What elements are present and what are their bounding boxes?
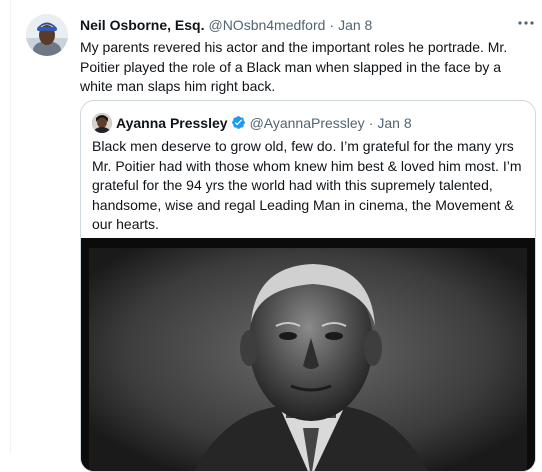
tweet[interactable]: Neil Osborne, Esq. @NOsbn4medford · Jan 8 M… (0, 0, 542, 472)
tweet-text: My parents revered his actor and the imp… (80, 39, 508, 94)
quoted-author-handle[interactable]: @AyannaPressley (250, 115, 365, 131)
author-name[interactable]: Neil Osborne, Esq. (80, 17, 204, 33)
quoted-tweet-text: Black men deserve to grow old, few do. I… (92, 138, 522, 232)
tweet-timestamp[interactable]: Jan 8 (338, 17, 372, 33)
author-handle[interactable]: @NOsbn4medford (208, 17, 325, 33)
quoted-tweet-header: Ayanna Pressley @AyannaPressley · Jan 8 (92, 113, 412, 133)
quoted-author-avatar[interactable] (92, 113, 112, 133)
quoted-tweet[interactable]: Ayanna Pressley @AyannaPressley · Jan 8 Bla… (80, 100, 536, 472)
quoted-author-name[interactable]: Ayanna Pressley (116, 115, 228, 131)
author-avatar[interactable] (26, 14, 68, 56)
verified-badge-icon (231, 115, 246, 130)
quoted-separator-dot: · (368, 115, 374, 131)
more-horizontal-icon[interactable] (512, 14, 540, 34)
separator-dot: · (329, 17, 335, 33)
quoted-timestamp[interactable]: Jan 8 (377, 115, 411, 131)
tweet-header: Neil Osborne, Esq. @NOsbn4medford · Jan 8 (80, 16, 372, 34)
quoted-tweet-photo[interactable] (81, 238, 535, 471)
